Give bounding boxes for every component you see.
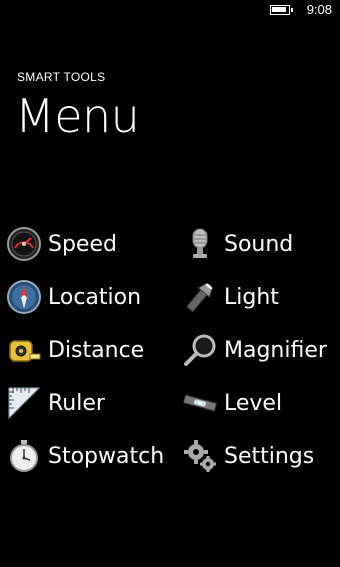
spirit-level-icon <box>182 394 218 412</box>
menu-item-magnifier[interactable]: Magnifier <box>182 330 327 370</box>
menu-item-settings[interactable]: Settings <box>182 436 314 476</box>
gears-icon <box>184 440 216 472</box>
menu-label-settings: Settings <box>224 443 315 469</box>
microphone-icon <box>192 228 208 258</box>
app-title: SMART TOOLS <box>17 70 106 84</box>
menu-label-level: Level <box>224 390 283 416</box>
menu-label-distance: Distance <box>48 337 145 363</box>
flashlight-icon <box>186 283 213 312</box>
menu-label-location: Location <box>48 284 142 310</box>
compass-icon <box>7 280 41 314</box>
menu-label-light: Light <box>224 284 279 310</box>
magnifier-icon <box>184 334 216 366</box>
menu-item-light[interactable]: Light <box>182 277 279 317</box>
menu-item-ruler[interactable]: Ruler <box>6 383 105 423</box>
menu-item-stopwatch[interactable]: Stopwatch <box>6 436 164 476</box>
tape-measure-icon <box>9 340 41 362</box>
menu-label-speed: Speed <box>48 231 117 257</box>
menu-label-sound: Sound <box>224 231 294 257</box>
status-clock: 9:08 <box>306 2 332 17</box>
battery-icon <box>270 5 293 15</box>
page-title: Menu <box>15 89 140 143</box>
menu-label-ruler: Ruler <box>48 390 105 416</box>
status-bar: 9:08 <box>0 0 340 22</box>
menu-item-distance[interactable]: Distance <box>6 330 144 370</box>
menu-label-stopwatch: Stopwatch <box>48 443 165 469</box>
menu-label-magnifier: Magnifier <box>224 337 327 363</box>
menu-item-sound[interactable]: Sound <box>182 224 293 264</box>
menu-item-location[interactable]: Location <box>6 277 141 317</box>
stopwatch-icon <box>10 440 38 472</box>
menu-item-speed[interactable]: Speed <box>6 224 117 264</box>
speedometer-icon <box>7 227 41 261</box>
menu-item-level[interactable]: Level <box>182 383 282 423</box>
ruler-icon <box>8 387 41 420</box>
